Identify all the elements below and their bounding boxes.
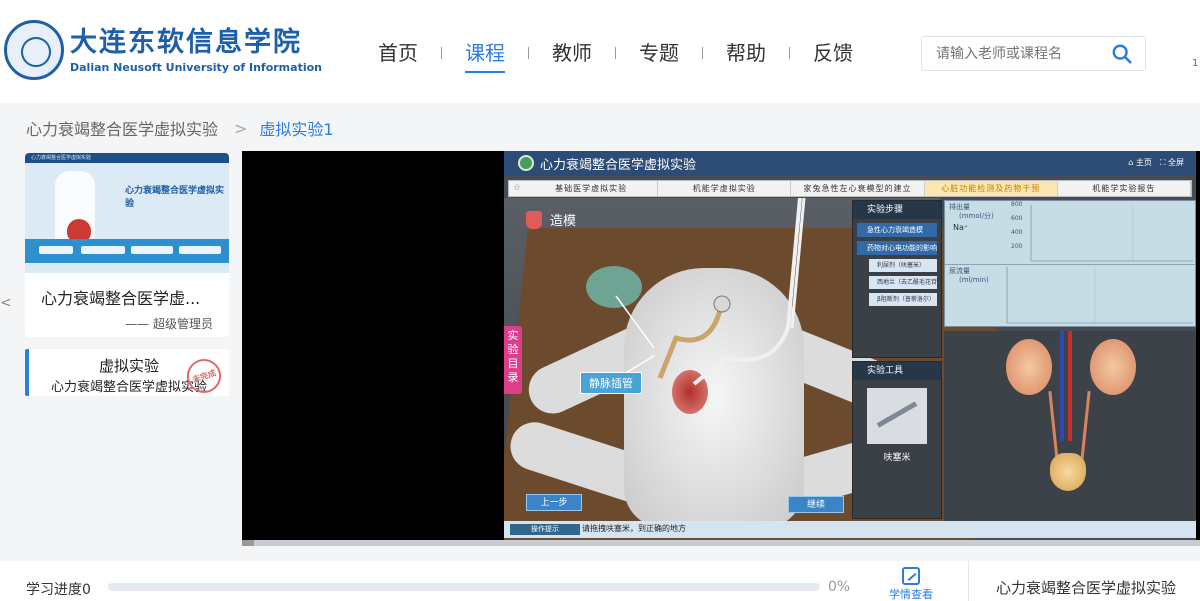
course-card[interactable]: 心力衰竭整合医学虚拟实验 心力衰竭整合医学虚拟实验 心力衰竭整合医学虚... —… <box>25 153 229 337</box>
tool-name: 呋塞米 <box>883 453 911 463</box>
star-icon[interactable]: ☆ <box>509 181 525 196</box>
continue-button[interactable]: 继续 <box>788 496 844 513</box>
logo-text: 大连东软信息学院 Dalian Neusoft University of In… <box>70 27 322 74</box>
tools-panel: 实验工具 呋塞米 <box>852 361 942 519</box>
stage-label: 造模 <box>550 214 577 229</box>
university-logo[interactable]: 大连东软信息学院 Dalian Neusoft University of In… <box>4 20 322 80</box>
thumbnail-button <box>179 246 221 254</box>
sim-tab-heart-function[interactable]: 心脏功能检测及药物干预 <box>924 181 1058 196</box>
experiment-catalog-tab[interactable]: 实验目录 <box>504 326 522 394</box>
hint-text: 请拖拽呋塞米，到正确的地方 <box>582 524 686 533</box>
course-author: —— 超级管理员 <box>125 317 213 331</box>
monitor-grid <box>1006 205 1193 324</box>
sim-fullscreen-button[interactable]: ⛶ 全屏 <box>1160 157 1184 168</box>
nav-courses[interactable]: 课程 <box>442 38 528 73</box>
nav-teachers[interactable]: 教师 <box>529 38 615 68</box>
hint-label: 操作提示 <box>510 524 580 535</box>
sim-tabs: ☆ 基础医学虚拟实验 机能学虚拟实验 家兔急性左心衰模型的建立 心脏功能检测及药… <box>508 180 1192 197</box>
right-kidney-image <box>1090 339 1136 395</box>
player-scrollbar[interactable] <box>242 540 1200 546</box>
university-seal-icon <box>4 20 64 80</box>
left-ureter-image <box>1048 391 1059 461</box>
steps-panel: 实验步骤 急性心力衰竭造模 药物对心电功能的影响 利尿剂（呋塞米） 西地兰（去乙… <box>852 200 942 358</box>
progress-percent: 0% <box>828 579 851 595</box>
sim-title: 心力衰竭整合医学虚拟实验 <box>540 158 697 173</box>
sim-tab-report[interactable]: 机能学实验报告 <box>1058 181 1192 196</box>
course-title[interactable]: 心力衰竭整合医学虚... <box>41 285 216 309</box>
breadcrumb-current: 虚拟实验1 <box>259 120 334 139</box>
breadcrumb: 心力衰竭整合医学虚拟实验 > 虚拟实验1 <box>26 116 334 140</box>
sim-actions: ⌂ 主页 ⛶ 全屏 <box>1128 157 1184 168</box>
substep-diuretic[interactable]: 利尿剂（呋塞米） <box>869 259 937 272</box>
substep-cedilanid[interactable]: 西地兰（去乙酰毛花苷） <box>869 276 937 289</box>
microscope-icon <box>526 210 542 229</box>
top-header: 大连东软信息学院 Dalian Neusoft University of In… <box>0 0 1200 103</box>
artery-image <box>1068 331 1072 441</box>
thumbnail-button <box>131 246 173 254</box>
footer-course-name: 心力衰竭整合医学虚拟实验 <box>996 579 1177 597</box>
learning-status-button[interactable]: 学情查看 <box>886 567 936 601</box>
thumbnail-title: 心力衰竭整合医学虚拟实验 <box>125 186 225 209</box>
nav-help[interactable]: 帮助 <box>703 38 789 68</box>
progress-track <box>108 583 820 591</box>
vein-image <box>1060 331 1064 441</box>
edge-text: 1 <box>1192 58 1199 69</box>
progress-label: 学习进度0 <box>26 582 91 598</box>
bladder-image <box>1050 453 1086 491</box>
sim-home-label: 主页 <box>1135 158 1152 167</box>
sim-home-button[interactable]: ⌂ 主页 <box>1128 157 1152 168</box>
thumbnail-bar-text: 心力衰竭整合医学虚拟实验 <box>31 155 92 161</box>
learning-status-label: 学情查看 <box>889 588 933 601</box>
course-thumbnail: 心力衰竭整合医学虚拟实验 心力衰竭整合医学虚拟实验 <box>25 153 229 273</box>
step-acute-failure[interactable]: 急性心力衰竭造模 <box>857 223 937 237</box>
nav-feedback[interactable]: 反馈 <box>790 38 876 68</box>
sim-title-bar: 心力衰竭整合医学虚拟实验 ⌂ 主页 ⛶ 全屏 <box>504 151 1196 176</box>
footer-bar: 学习进度0 0% 学情查看 心力衰竭整合医学虚拟实验 <box>0 561 1200 601</box>
stamp-text: 未完成 <box>191 368 217 384</box>
monitor-panel: 排出量 (mmol/分) Na⁺ 800 600 400 200 尿流量 (ml… <box>944 200 1196 327</box>
logo-english-name: Dalian Neusoft University of Information <box>70 60 322 74</box>
step-drug-effect[interactable]: 药物对心电功能的影响 <box>857 241 937 255</box>
search-box <box>921 36 1146 71</box>
thumbnail-button <box>81 246 125 254</box>
sim-fullscreen-label: 全屏 <box>1168 158 1184 167</box>
hint-bar: 操作提示 请拖拽呋塞米，到正确的地方 <box>504 521 1196 538</box>
sim-logo-icon <box>518 155 534 171</box>
left-kidney-image <box>1006 339 1052 395</box>
tools-panel-title: 实验工具 <box>853 362 941 380</box>
vein-cannula-label: 静脉插管 <box>580 372 642 394</box>
search-icon[interactable] <box>1111 43 1133 65</box>
logo-chinese-name: 大连东软信息学院 <box>70 26 302 58</box>
sim-tab-model[interactable]: 家兔急性左心衰模型的建立 <box>791 181 925 196</box>
substep-beta-blocker[interactable]: β阻断剂（普萘洛尔） <box>869 293 937 306</box>
sim-tab-function[interactable]: 机能学虚拟实验 <box>658 181 792 196</box>
thumbnail-button <box>39 246 73 254</box>
chevron-right-icon: > <box>234 118 248 138</box>
steps-panel-title: 实验步骤 <box>853 201 941 219</box>
stage-header: 造模 <box>526 210 576 229</box>
thumbnail-bar: 心力衰竭整合医学虚拟实验 <box>25 153 229 163</box>
search-input[interactable] <box>922 37 1102 70</box>
breadcrumb-course[interactable]: 心力衰竭整合医学虚拟实验 <box>26 116 218 140</box>
simulation-frame[interactable]: 心力衰竭整合医学虚拟实验 ⌂ 主页 ⛶ 全屏 ☆ 基础医学虚拟实验 机能学虚拟实… <box>504 151 1196 540</box>
edit-icon <box>902 567 920 585</box>
previous-step-button[interactable]: 上一步 <box>526 494 582 511</box>
kidney-diagram <box>944 331 1196 521</box>
sim-tab-basic[interactable]: 基础医学虚拟实验 <box>525 181 659 196</box>
main-nav: 首页 课程 教师 专题 帮助 反馈 <box>355 38 876 73</box>
edge-mark: < <box>0 295 12 311</box>
syringe-icon[interactable] <box>867 388 927 444</box>
footer-divider <box>968 561 969 601</box>
experiment-item[interactable]: 虚拟实验 心力衰竭整合医学虚拟实验 未完成 <box>25 349 229 396</box>
nav-home[interactable]: 首页 <box>355 38 441 68</box>
right-ureter-image <box>1080 391 1091 461</box>
nav-topics[interactable]: 专题 <box>616 38 702 68</box>
